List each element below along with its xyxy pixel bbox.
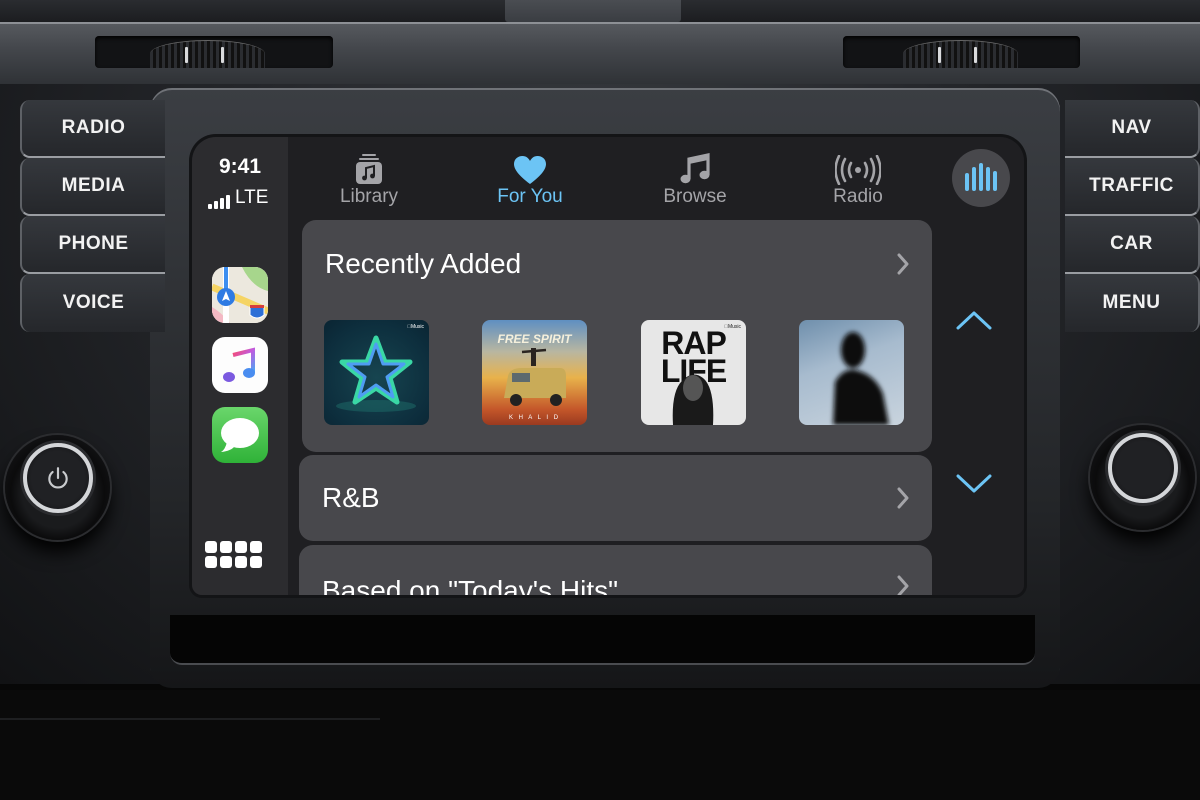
music-for-you-view: Library For You Browse Radio Recently Ad… xyxy=(288,137,1024,595)
hardware-buttons-left: RADIO MEDIA PHONE VOICE xyxy=(20,100,165,332)
album-silhouette[interactable] xyxy=(799,320,904,425)
dashboard-lower xyxy=(0,690,1200,800)
music-note-icon xyxy=(680,153,710,184)
dashboard-seam xyxy=(0,718,380,720)
menu-button[interactable]: MENU xyxy=(1065,274,1200,332)
media-button[interactable]: MEDIA xyxy=(20,158,165,216)
vent-grille xyxy=(903,40,1018,68)
section-recently-added[interactable]: Recently Added Music FREE SPIRIT xyxy=(302,220,932,452)
screen-lower-recess xyxy=(170,615,1035,665)
tab-library[interactable]: Library xyxy=(314,151,424,208)
album-rap-life[interactable]: Music RAP LIFE xyxy=(641,320,746,425)
heart-icon xyxy=(514,156,546,184)
traffic-button[interactable]: TRAFFIC xyxy=(1065,158,1200,216)
broadcast-icon xyxy=(835,155,881,185)
neon-star-art xyxy=(336,335,416,412)
power-volume-knob[interactable] xyxy=(5,435,110,540)
tab-browse[interactable]: Browse xyxy=(640,151,750,208)
chevron-down-icon xyxy=(956,474,992,493)
chevron-right-icon xyxy=(897,487,909,509)
now-playing-button[interactable] xyxy=(952,149,1010,207)
network-type: LTE xyxy=(235,187,269,208)
chevron-right-icon xyxy=(897,253,909,275)
music-note-glyph xyxy=(223,347,255,382)
vent-grille xyxy=(150,40,265,68)
scroll-down-button[interactable] xyxy=(954,469,994,499)
knob-ring xyxy=(23,443,93,513)
tab-bar: Library For You Browse Radio xyxy=(288,137,1024,215)
tab-label: Browse xyxy=(663,186,727,207)
car-button[interactable]: CAR xyxy=(1065,216,1200,274)
library-icon xyxy=(356,154,382,184)
voice-button[interactable]: VOICE xyxy=(20,274,165,332)
section-rnb[interactable]: R&B xyxy=(299,455,932,541)
nav-button[interactable]: NAV xyxy=(1065,100,1200,158)
chevron-up-icon xyxy=(956,311,992,330)
artist-portrait-art xyxy=(672,374,714,425)
hardware-buttons-right: NAV TRAFFIC CAR MENU xyxy=(1065,100,1200,332)
phone-button[interactable]: PHONE xyxy=(20,216,165,274)
signal-strength-icon xyxy=(208,195,230,209)
music-app-icon[interactable] xyxy=(212,337,268,393)
tab-radio[interactable]: Radio xyxy=(803,151,913,208)
tab-for-you[interactable]: For You xyxy=(475,151,585,208)
tab-label: For You xyxy=(497,186,563,207)
carplay-dock: 9:41 LTE xyxy=(192,137,288,595)
chevron-right-icon xyxy=(897,575,909,595)
scroll-up-button[interactable] xyxy=(954,305,994,335)
tab-label: Library xyxy=(339,186,399,207)
album-free-spirit[interactable]: FREE SPIRIT K H A L I D xyxy=(482,320,587,425)
section-title: Recently Added xyxy=(325,248,522,279)
maps-glyph xyxy=(212,267,268,323)
apple-music-badge: Music xyxy=(407,324,424,330)
app-grid-icon[interactable] xyxy=(205,541,262,568)
now-playing-bars-icon xyxy=(965,173,969,191)
status-signal-row: LTE xyxy=(208,187,268,209)
section-based-on-todays-hits[interactable]: Based on "Today's Hits" xyxy=(299,545,932,595)
section-title: Based on "Today's Hits" xyxy=(322,575,619,595)
album-neon-star[interactable]: Music xyxy=(324,320,429,425)
silhouette-art xyxy=(833,332,889,425)
air-vent-right[interactable] xyxy=(843,36,1080,68)
tab-label: Radio xyxy=(833,186,883,207)
status-time: 9:41 xyxy=(218,155,262,178)
air-vent-left[interactable] xyxy=(95,36,333,68)
knob-ring xyxy=(1108,433,1178,503)
radio-button[interactable]: RADIO xyxy=(20,100,165,158)
messages-app-icon[interactable] xyxy=(212,407,268,463)
carplay-screen: 9:41 LTE Library For You Browse Radio Re… xyxy=(192,137,1024,595)
van-art xyxy=(504,348,566,406)
tune-knob[interactable] xyxy=(1090,425,1195,530)
section-title: R&B xyxy=(322,482,380,513)
dashboard-clip xyxy=(505,0,681,22)
power-icon xyxy=(48,467,68,489)
maps-app-icon[interactable] xyxy=(212,267,268,323)
speech-bubble-glyph xyxy=(221,418,259,452)
album-artist-text: K H A L I D xyxy=(508,415,561,421)
